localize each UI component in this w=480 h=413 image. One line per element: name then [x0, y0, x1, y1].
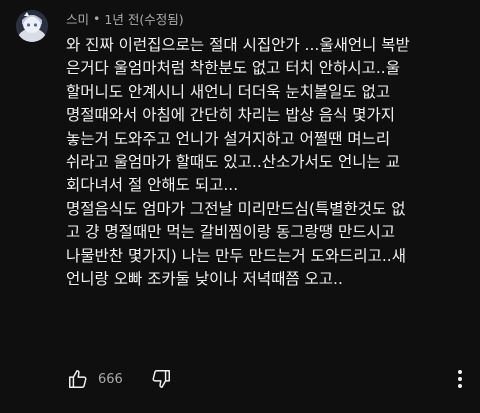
- comment-text: 와 진짜 이런집으로는 절대 시집안가 ...울새언니 복받 은거다 울엄마처럼…: [66, 34, 466, 291]
- comment-line: 은거다 울엄마처럼 착한분도 없고 터치 안하시고..울: [66, 59, 400, 78]
- comment-line: 나물반찬 몇가지) 나는 만두 만드는거 도와드리고..새: [66, 246, 406, 265]
- comment-line: 쉬라고 울엄마가 할때도 있고..산소가서도 언니는 교: [66, 152, 400, 171]
- comment-line: 명절때와서 아침에 간단히 차리는 밥상 음식 몇가지: [66, 106, 396, 125]
- thumbs-down-icon: [152, 370, 170, 388]
- dislike-button[interactable]: [149, 368, 173, 390]
- thumbs-up-icon: [69, 370, 87, 388]
- vertical-dots-icon: [458, 370, 462, 388]
- header-separator: •: [93, 10, 101, 26]
- avatar[interactable]: [16, 10, 48, 42]
- comment-line: 회다녀서 절 안해도 되고...: [66, 176, 239, 195]
- comment-thread: 스미 • 1년 전(수정됨) 와 진짜 이런집으로는 절대 시집안가 ...울새…: [0, 0, 480, 413]
- author-name[interactable]: 스미: [66, 9, 89, 28]
- like-count: 666: [98, 371, 123, 387]
- avatar-image: [16, 10, 48, 42]
- comment-line: 와 진짜 이런집으로는 절대 시집안가 ...울새언니 복받: [66, 36, 410, 54]
- comment-header: 스미 • 1년 전(수정됨): [66, 9, 184, 28]
- more-options-button[interactable]: [449, 368, 471, 390]
- like-button[interactable]: [66, 368, 90, 390]
- comment-line: 명절음식도 엄마가 그전날 미리만드심(특별한것도 없: [66, 199, 406, 218]
- timestamp[interactable]: 1년 전(수정됨): [104, 9, 183, 28]
- comment-line: 고 걍 명절때만 먹는 갈비찜이랑 동그랑땡 만드시고: [66, 223, 396, 242]
- comment-actions: 666: [66, 368, 173, 390]
- comment-line: 언니랑 오빠 조카둘 낮이나 저녁때쯤 오고..: [66, 269, 343, 288]
- comment-line: 놓는거 도와주고 언니가 설거지하고 어쩔땐 며느리: [66, 129, 391, 148]
- comment-line: 할머니도 안계시니 새언니 더더욱 눈치볼일도 없고: [66, 82, 391, 101]
